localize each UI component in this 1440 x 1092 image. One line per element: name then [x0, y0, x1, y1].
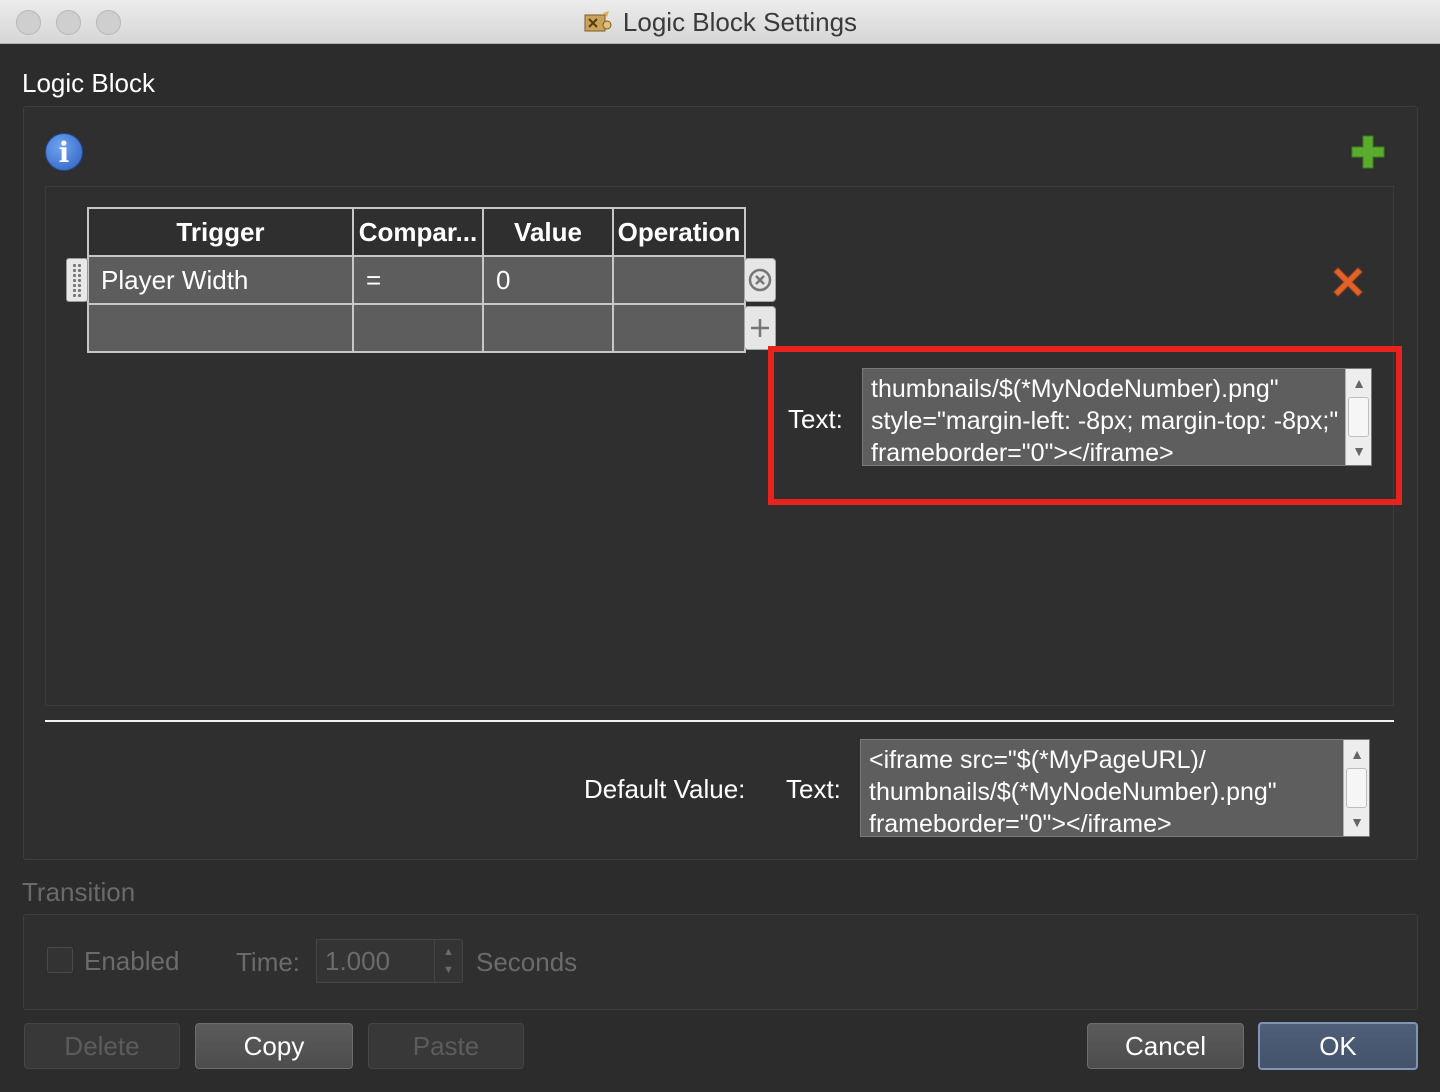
info-icon[interactable]: i [45, 133, 83, 171]
enabled-label: Enabled [84, 946, 180, 976]
column-header-trigger[interactable]: Trigger [87, 207, 354, 257]
remove-row-button[interactable] [744, 258, 776, 302]
column-header-operation[interactable]: Operation [612, 207, 746, 257]
plus-icon [751, 319, 769, 337]
scroll-down-icon[interactable]: ▼ [1344, 810, 1369, 834]
default-text-scrollbar[interactable]: ▲ ▼ [1343, 740, 1369, 836]
transition-section-label: Transition [22, 877, 136, 907]
rule-table: Trigger Compar... Value Operation Player… [87, 207, 746, 353]
time-input[interactable] [316, 939, 436, 983]
window-title: Logic Block Settings [622, 6, 858, 37]
trigger-cell[interactable]: Player Width [87, 255, 354, 305]
add-rule-icon[interactable] [1350, 134, 1386, 170]
comparison-cell[interactable] [352, 303, 484, 353]
seconds-label: Seconds [476, 947, 578, 977]
default-text-label: Text: [786, 774, 841, 804]
highlight-annotation-box [768, 346, 1402, 505]
title-bar: Logic Block Settings [0, 0, 1440, 44]
column-header-comparison[interactable]: Compar... [352, 207, 484, 257]
default-text-field[interactable]: <iframe src="$(*MyPageURL)/ thumbnails/$… [860, 739, 1370, 837]
table-row [87, 303, 746, 353]
delete-button[interactable]: Delete [24, 1023, 180, 1069]
time-stepper[interactable]: ▲ ▼ [434, 939, 463, 983]
remove-circle-icon [748, 268, 772, 292]
enabled-checkbox[interactable] [47, 947, 73, 973]
section-divider [45, 720, 1394, 722]
paste-button[interactable]: Paste [368, 1023, 524, 1069]
operation-cell[interactable] [612, 255, 746, 305]
comparison-cell[interactable]: = [352, 255, 484, 305]
scroll-up-icon[interactable]: ▲ [1344, 742, 1369, 766]
transition-group [23, 914, 1418, 1010]
row-drag-handle[interactable] [66, 258, 88, 302]
app-icon [584, 11, 612, 32]
logic-block-section-label: Logic Block [22, 68, 155, 98]
default-text-value: <iframe src="$(*MyPageURL)/ thumbnails/$… [869, 746, 1284, 837]
stepper-down-icon[interactable]: ▼ [435, 964, 462, 976]
cancel-button[interactable]: Cancel [1087, 1023, 1244, 1069]
value-cell[interactable] [482, 303, 614, 353]
stepper-up-icon[interactable]: ▲ [435, 946, 462, 958]
default-value-label: Default Value: [584, 774, 746, 804]
delete-rule-icon[interactable] [1328, 262, 1368, 302]
scroll-thumb[interactable] [1346, 768, 1367, 808]
copy-button[interactable]: Copy [195, 1023, 353, 1069]
time-label: Time: [236, 947, 301, 977]
add-row-button[interactable] [744, 306, 776, 350]
trigger-cell[interactable] [87, 303, 354, 353]
operation-cell[interactable] [612, 303, 746, 353]
value-cell[interactable]: 0 [482, 255, 614, 305]
table-row: Player Width = 0 [87, 255, 746, 305]
column-header-value[interactable]: Value [482, 207, 614, 257]
ok-button[interactable]: OK [1258, 1022, 1418, 1070]
